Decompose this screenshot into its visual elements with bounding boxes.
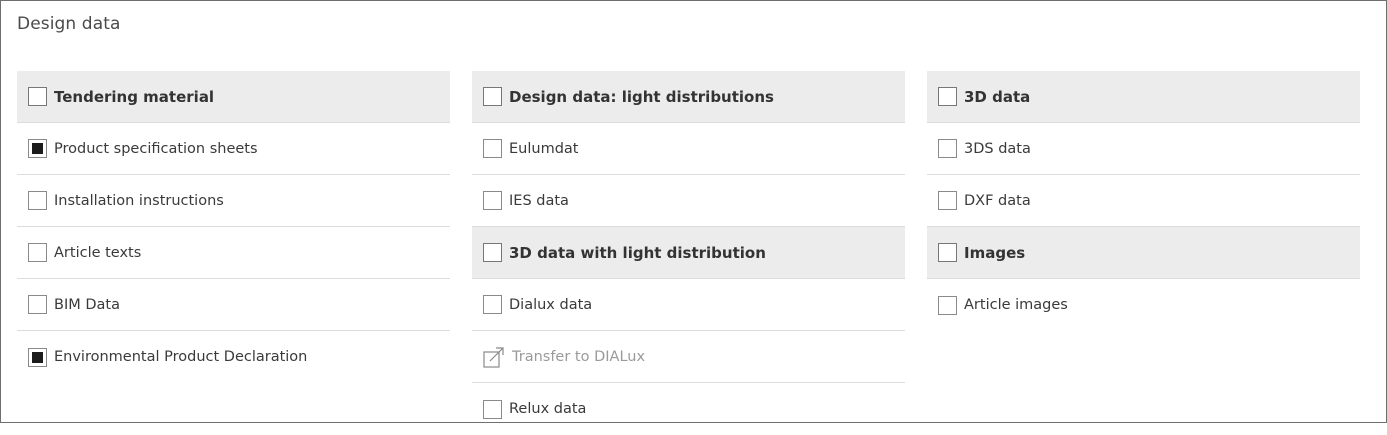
option-label: BIM Data: [54, 296, 120, 313]
section-header-light-distributions[interactable]: Design data: light distributions: [472, 71, 905, 123]
option-eulumdat[interactable]: Eulumdat: [472, 123, 905, 175]
option-3ds-data[interactable]: 3DS data: [927, 123, 1360, 175]
column-light-distributions: Design data: light distributions Eulumda…: [472, 71, 905, 435]
section-header-tendering-material[interactable]: Tendering material: [17, 71, 450, 123]
eulumdat-checkbox[interactable]: [483, 139, 502, 158]
3ds-data-checkbox[interactable]: [938, 139, 957, 158]
installation-instructions-checkbox[interactable]: [28, 191, 47, 210]
column-3d-data: 3D data 3DS data DXF data Images Article…: [927, 71, 1360, 331]
option-dxf-data[interactable]: DXF data: [927, 175, 1360, 227]
option-label: Article images: [964, 297, 1068, 313]
light-distributions-checkbox[interactable]: [483, 87, 502, 106]
option-label: Product specification sheets: [54, 140, 258, 157]
environmental-product-declaration-checkbox[interactable]: [28, 347, 47, 367]
section-header-3d-data[interactable]: 3D data: [927, 71, 1360, 123]
panel-title: Design data: [17, 14, 121, 34]
section-header-3d-light-distribution[interactable]: 3D data with light distribution: [472, 227, 905, 279]
option-article-texts[interactable]: Article texts: [17, 227, 450, 279]
option-transfer-to-dialux: Transfer to DIALux: [472, 331, 905, 383]
option-ies-data[interactable]: IES data: [472, 175, 905, 227]
article-images-checkbox[interactable]: [938, 295, 957, 315]
option-label: 3DS data: [964, 140, 1031, 157]
option-label: Relux data: [509, 401, 587, 417]
section-header-label: 3D data with light distribution: [509, 243, 766, 262]
3d-data-checkbox[interactable]: [938, 87, 957, 106]
3d-light-distribution-checkbox[interactable]: [483, 243, 502, 262]
option-label: Article texts: [54, 244, 142, 261]
option-label: Environmental Product Declaration: [54, 349, 308, 365]
section-header-label: 3D data: [964, 87, 1031, 106]
option-label: Installation instructions: [54, 192, 224, 209]
relux-data-checkbox[interactable]: [483, 399, 502, 419]
external-link-icon: [483, 346, 504, 368]
option-product-specification-sheets[interactable]: Product specification sheets: [17, 123, 450, 175]
images-checkbox[interactable]: [938, 243, 957, 262]
option-article-images[interactable]: Article images: [927, 279, 1360, 331]
option-bim-data[interactable]: BIM Data: [17, 279, 450, 331]
ies-data-checkbox[interactable]: [483, 191, 502, 210]
article-texts-checkbox[interactable]: [28, 243, 47, 262]
section-header-label: Images: [964, 243, 1026, 262]
design-data-panel: Design data Tendering material Product s…: [0, 0, 1387, 423]
dxf-data-checkbox[interactable]: [938, 191, 957, 210]
option-label: Transfer to DIALux: [512, 348, 646, 365]
section-header-images[interactable]: Images: [927, 227, 1360, 279]
dialux-data-checkbox[interactable]: [483, 295, 502, 314]
option-label: IES data: [509, 192, 569, 209]
option-installation-instructions[interactable]: Installation instructions: [17, 175, 450, 227]
option-dialux-data[interactable]: Dialux data: [472, 279, 905, 331]
section-header-label: Tendering material: [54, 87, 215, 106]
tendering-material-checkbox[interactable]: [28, 87, 47, 106]
product-specification-sheets-checkbox[interactable]: [28, 139, 47, 158]
option-environmental-product-declaration[interactable]: Environmental Product Declaration: [17, 331, 450, 383]
column-tendering-material: Tendering material Product specification…: [17, 71, 450, 383]
option-label: Dialux data: [509, 296, 593, 313]
option-relux-data[interactable]: Relux data: [472, 383, 905, 435]
option-label: DXF data: [964, 192, 1031, 209]
option-label: Eulumdat: [509, 140, 579, 157]
bim-data-checkbox[interactable]: [28, 295, 47, 314]
section-header-label: Design data: light distributions: [509, 87, 774, 106]
